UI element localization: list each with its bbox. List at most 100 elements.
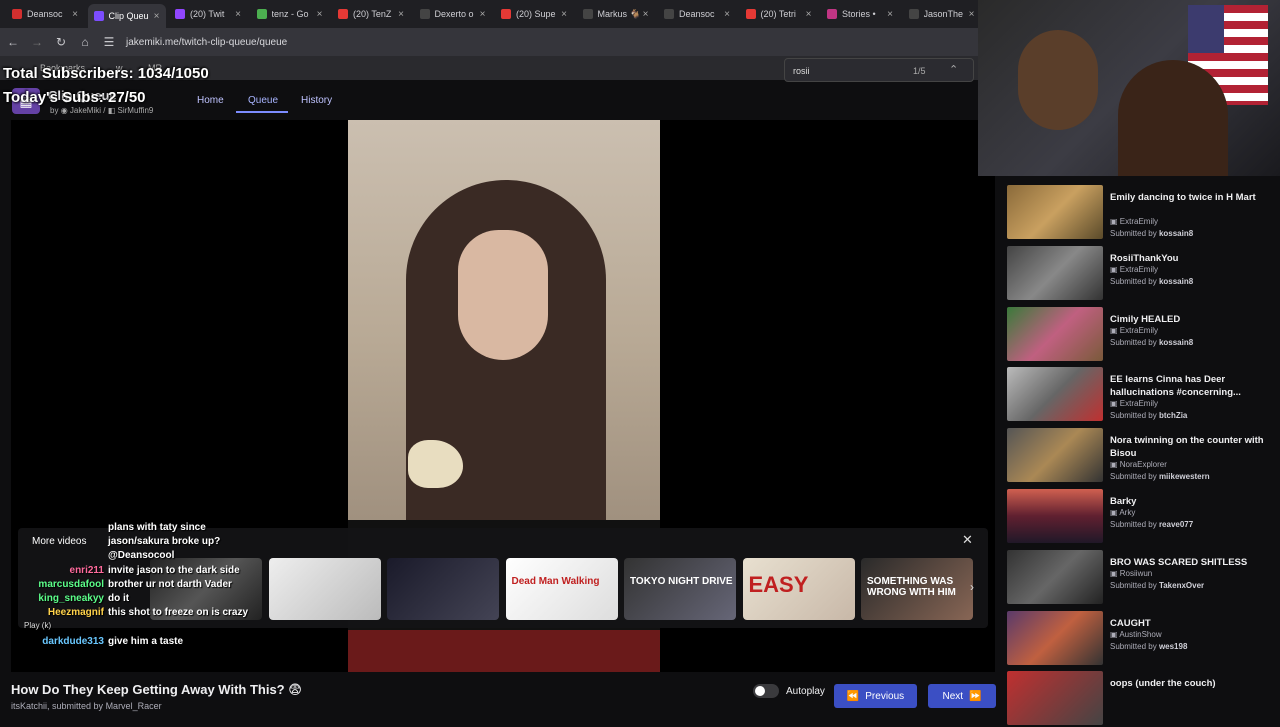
queue-item-title: CAUGHT	[1110, 617, 1151, 629]
queue-item-channel: ExtraEmily	[1119, 325, 1159, 335]
plush-toy	[1018, 30, 1098, 130]
clip-submitter[interactable]: Marvel_Racer	[106, 701, 162, 711]
queue-item-title: oops (under the couch)	[1110, 678, 1216, 690]
tab-close-icon[interactable]: ×	[724, 9, 730, 20]
forward-icon[interactable]: →	[26, 31, 48, 53]
browser-tab[interactable]: Dexerto o ×	[414, 4, 492, 24]
browser-tab[interactable]: (20) TenZ ×	[332, 4, 410, 24]
queue-item-title: Cimily HEALED	[1110, 313, 1181, 325]
queue-item-submitter-row: Submitted by btchZia	[1110, 411, 1187, 420]
tab-close-icon[interactable]: ×	[154, 11, 160, 22]
browser-tab[interactable]: Deansoc ×	[658, 4, 736, 24]
queue-item-thumbnail[interactable]	[1007, 306, 1103, 361]
queue-item[interactable]: oops (under the couch)	[1007, 671, 1277, 727]
chevron-right-icon[interactable]: ›	[970, 580, 974, 594]
close-icon[interactable]: ✕	[962, 532, 973, 548]
browser-tab[interactable]: (20) Supe ×	[495, 4, 573, 24]
clip-channel[interactable]: itsKatchii	[11, 701, 47, 711]
tab-close-icon[interactable]: ×	[72, 9, 78, 20]
previous-button[interactable]: ⏪ Previous	[834, 684, 917, 708]
back-icon[interactable]: ←	[2, 31, 24, 53]
tab-favicon-icon	[908, 9, 919, 19]
queue-item-channel: ExtraEmily	[1119, 217, 1159, 226]
tab-close-icon[interactable]: ×	[561, 9, 567, 20]
tab-close-icon[interactable]: ×	[806, 9, 812, 20]
queue-item[interactable]: CAUGHT ▣ AustinShow Submitted by wes198	[1007, 610, 1277, 667]
author-jakemiki[interactable]: JakeMiki	[70, 106, 101, 115]
tab-close-icon[interactable]: ×	[480, 9, 486, 20]
queue-item[interactable]: Cimily HEALED ▣ ExtraEmily Submitted by ko…	[1007, 306, 1277, 363]
find-in-page-box[interactable]: rosii 1/5 ⌃	[784, 58, 974, 82]
reload-icon[interactable]: ↻	[50, 31, 72, 53]
submitted-by-label: Submitted by	[1110, 276, 1157, 286]
twitch-icon: ▣	[1110, 568, 1120, 578]
queue-item-thumbnail[interactable]	[1007, 549, 1103, 604]
tab-favicon-icon	[419, 9, 430, 19]
queue-item[interactable]: RosiiThankYou ▣ ExtraEmily Submitted by ko…	[1007, 245, 1277, 302]
queue-item-thumbnail[interactable]	[1007, 610, 1103, 665]
browser-tab[interactable]: (20) Twit ×	[169, 4, 247, 24]
find-input[interactable]: rosii	[793, 66, 810, 76]
tab-close-icon[interactable]: ×	[969, 9, 975, 20]
next-button[interactable]: Next ⏩	[928, 684, 996, 708]
queue-item[interactable]: Nora twinning on the counter with Bisou ▣…	[1007, 428, 1277, 484]
tab-label: (20) Supe	[516, 9, 556, 19]
queue-item-thumbnail[interactable]	[1007, 367, 1103, 422]
chat-message: plans with taty since	[108, 522, 206, 533]
browser-tab[interactable]: Deansoc ×	[6, 4, 84, 24]
find-prev-icon[interactable]: ⌃	[949, 63, 958, 76]
browser-tab[interactable]: tenz - Go ×	[251, 4, 329, 24]
twitch-icon: ▣	[1110, 629, 1120, 639]
more-videos-thumbnail[interactable]: EASY	[742, 558, 855, 620]
tab-close-icon[interactable]: ×	[235, 9, 241, 20]
nav-queue[interactable]: Queue	[248, 95, 278, 106]
browser-tab[interactable]: JasonThe ×	[903, 4, 981, 24]
queue-item-thumbnail[interactable]	[1007, 489, 1103, 543]
tab-close-icon[interactable]: ×	[398, 9, 404, 20]
chat-username: Heezmagnif	[47, 607, 104, 619]
more-videos-thumbnail[interactable]: SOMETHING WAS WRONG WITH HIM	[861, 558, 973, 620]
browser-tab[interactable]: Clip Queu ×	[87, 4, 166, 28]
queue-item[interactable]: EE learns Cinna has Deer hallucinations …	[1007, 367, 1277, 423]
tab-close-icon[interactable]: ×	[643, 9, 649, 20]
flag-canton	[1188, 5, 1224, 53]
url-field[interactable]: jakemiki.me/twitch-clip-queue/queue	[126, 37, 287, 48]
queue-item-channel: Arky	[1119, 508, 1136, 517]
tab-close-icon[interactable]: ×	[887, 9, 893, 20]
queue-item-channel-row: ▣ Rosiiwun	[1110, 569, 1152, 578]
rewind-icon: ⏪	[846, 690, 860, 702]
home-icon[interactable]: ⌂	[74, 31, 96, 53]
queue-item-thumbnail[interactable]	[1007, 671, 1103, 726]
submitted-by-label: Submitted by	[1110, 411, 1157, 421]
twitch-icon: ▣	[1110, 325, 1120, 335]
streamer	[1118, 60, 1228, 176]
autoplay-toggle[interactable]	[753, 684, 779, 698]
chat-message: this shot to freeze on is crazy	[108, 607, 249, 619]
author-sirmuffin[interactable]: SirMuffin9	[118, 106, 154, 115]
queue-item-thumbnail[interactable]	[1007, 185, 1103, 239]
queue-item-submitter-row: Submitted by TakenxOver	[1110, 581, 1204, 590]
queue-item-submitter: TakenxOver	[1158, 580, 1205, 590]
queue-item-thumbnail[interactable]	[1007, 245, 1103, 300]
queue-item[interactable]: Barky ▣ Arky Submitted by reave077	[1007, 489, 1277, 545]
more-videos-thumbnail[interactable]	[268, 558, 381, 620]
nav-home[interactable]: Home	[197, 95, 224, 106]
tab-close-icon[interactable]: ×	[317, 9, 323, 20]
queue-item[interactable]: BRO WAS SCARED SHITLESS ▣ Rosiiwun Submitt…	[1007, 549, 1277, 606]
browser-tab[interactable]: (20) Tetri ×	[740, 4, 818, 24]
browser-tab[interactable]: Stories • ×	[821, 4, 899, 24]
site-info-icon[interactable]: ☰	[98, 31, 120, 53]
queue-item[interactable]: Emily dancing to twice in H Mart ▣ ExtraE…	[1007, 185, 1277, 241]
tab-label: Stories •	[842, 9, 876, 19]
more-videos-thumbnail[interactable]	[387, 558, 499, 620]
thumbnail-text: TOKYO NIGHT DRIVE	[630, 576, 733, 587]
toggle-knob	[755, 686, 765, 696]
clip-meta: itsKatchii, submitted by Marvel_Racer	[11, 701, 162, 711]
queue-item-thumbnail[interactable]	[1007, 428, 1103, 483]
more-videos-thumbnail[interactable]: TOKYO NIGHT DRIVE	[624, 558, 736, 620]
queue-item-title: Nora twinning on the counter with Bisou	[1110, 435, 1264, 460]
more-videos-thumbnail[interactable]: Dead Man Walking	[505, 558, 618, 620]
nav-history[interactable]: History	[301, 95, 332, 106]
browser-tab[interactable]: Markus 🐐 ×	[577, 4, 655, 24]
chat-message: @Deansocool	[108, 550, 175, 562]
